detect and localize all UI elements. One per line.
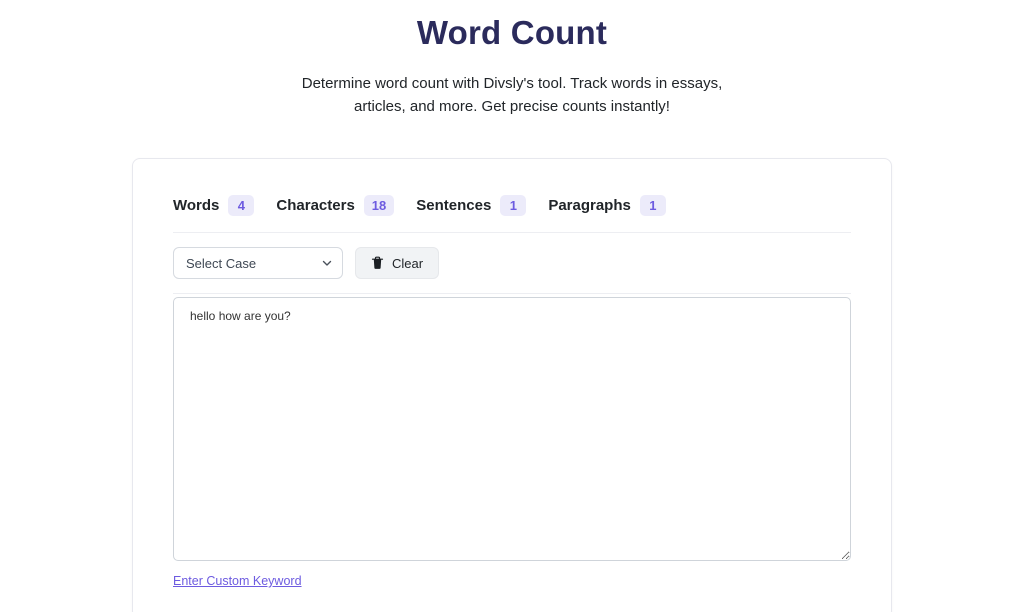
stats-row: Words 4 Characters 18 Sentences 1 Paragr… bbox=[173, 195, 851, 216]
stat-words-label: Words bbox=[173, 197, 220, 214]
stat-paragraphs-count-badge: 1 bbox=[639, 195, 666, 216]
subtitle-line-1: Determine word count with Divsly's tool.… bbox=[301, 75, 723, 92]
select-case-wrapper: Select Case bbox=[173, 247, 343, 279]
page-title: Word Count bbox=[416, 14, 608, 51]
trash-icon bbox=[371, 256, 384, 270]
custom-keyword-link[interactable]: Enter Custom Keyword bbox=[173, 574, 302, 588]
controls-divider bbox=[173, 293, 851, 294]
stat-sentences-label: Sentences bbox=[416, 197, 492, 214]
stat-words: Words 4 bbox=[173, 195, 255, 216]
word-count-card: Words 4 Characters 18 Sentences 1 Paragr… bbox=[132, 158, 892, 612]
stat-words-count-badge: 4 bbox=[228, 195, 255, 216]
stat-characters-label: Characters bbox=[276, 197, 355, 214]
clear-button-label: Clear bbox=[392, 255, 424, 271]
controls-row: Select Case Clear bbox=[173, 247, 851, 279]
stat-sentences-count-badge: 1 bbox=[500, 195, 527, 216]
stat-paragraphs: Paragraphs 1 bbox=[548, 195, 666, 216]
stats-divider bbox=[173, 232, 851, 233]
clear-button[interactable]: Clear bbox=[355, 247, 440, 279]
stat-paragraphs-label: Paragraphs bbox=[548, 197, 631, 214]
stat-characters-count-badge: 18 bbox=[363, 195, 395, 216]
select-case-dropdown[interactable]: Select Case bbox=[173, 247, 343, 279]
subtitle-line-2: articles, and more. Get precise counts i… bbox=[354, 98, 670, 115]
page-subtitle: Determine word count with Divsly's tool.… bbox=[252, 72, 772, 118]
text-input[interactable]: hello how are you? bbox=[173, 297, 851, 561]
stat-sentences: Sentences 1 bbox=[416, 195, 527, 216]
stat-characters: Characters 18 bbox=[276, 195, 395, 216]
